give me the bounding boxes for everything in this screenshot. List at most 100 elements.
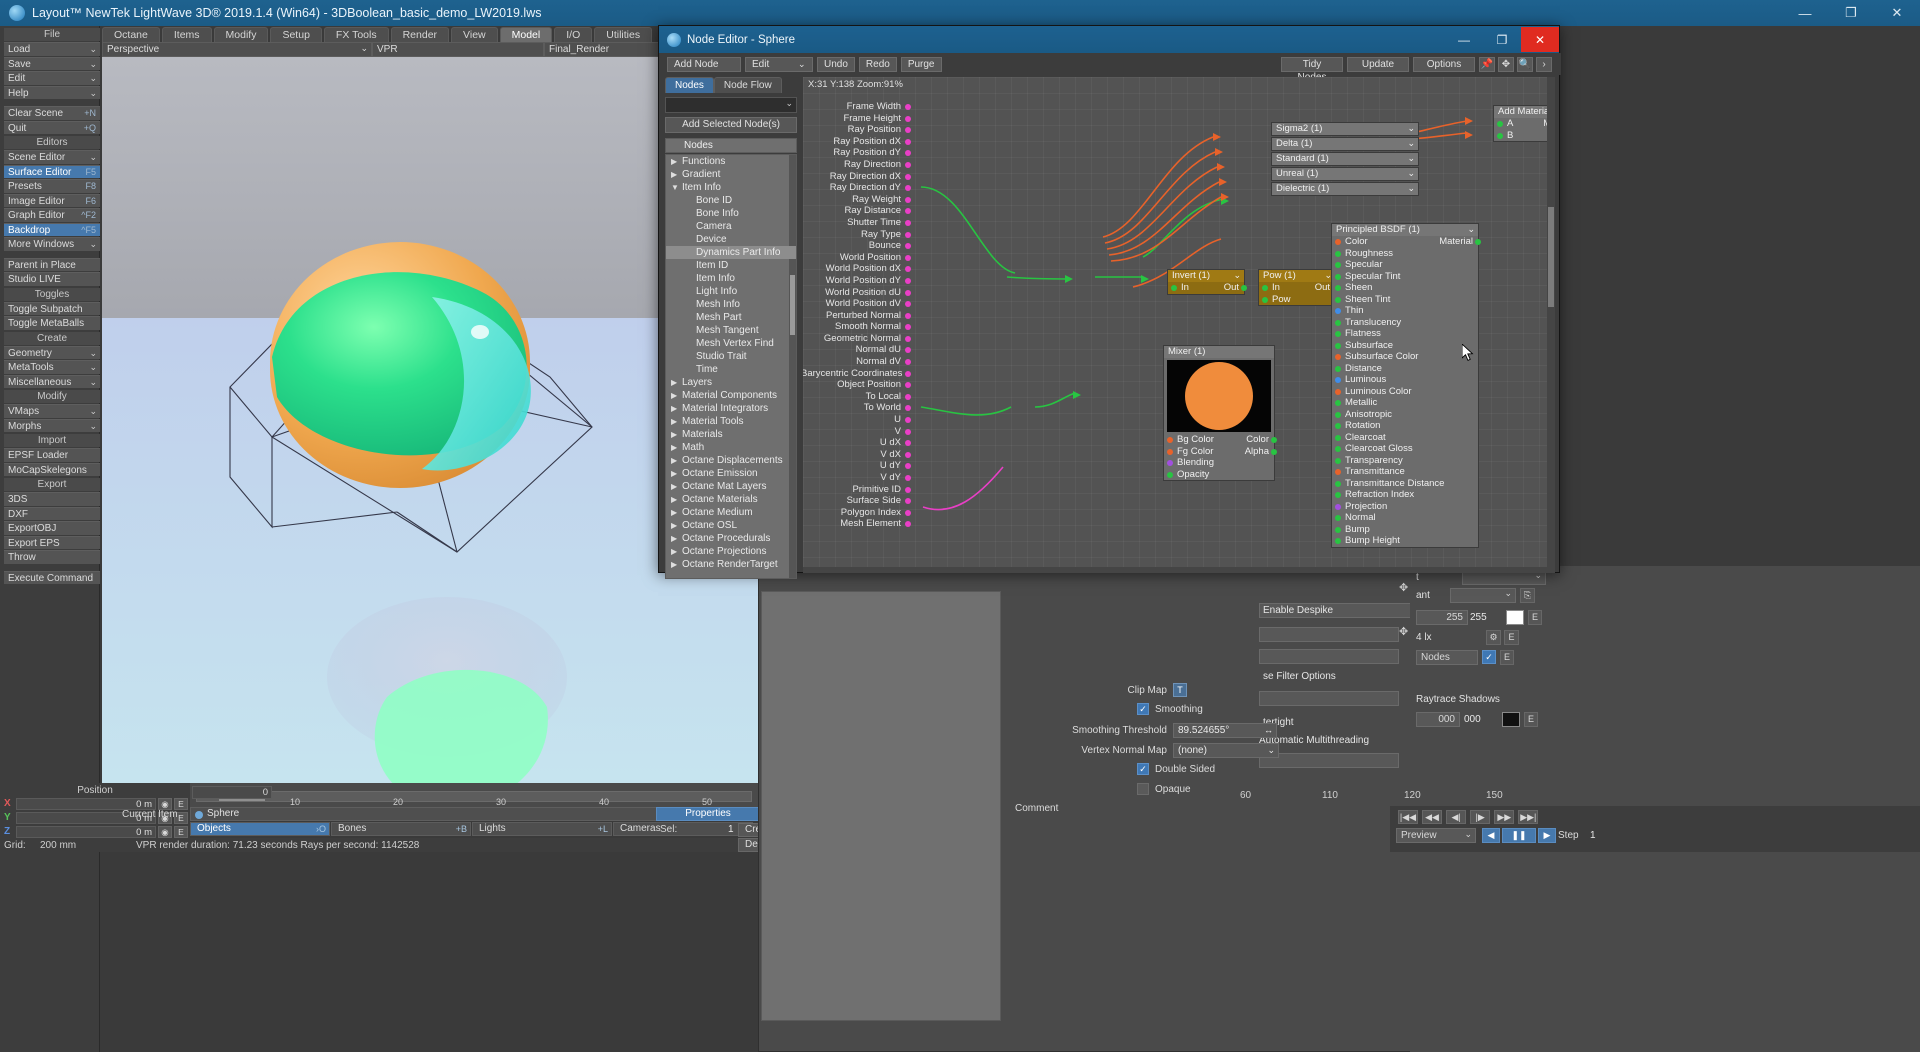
input-port-dot[interactable] — [1167, 437, 1173, 443]
node-tree-item-octane-displacements[interactable]: ▶ Octane Displacements — [666, 454, 796, 467]
node-port-row[interactable]: B — [1494, 130, 1555, 142]
input-port-dot[interactable] — [1335, 423, 1341, 429]
node-port-row[interactable]: AMaterial — [1494, 118, 1555, 130]
close-button[interactable]: ✕ — [1874, 0, 1920, 26]
viewport-mode-select[interactable]: VPR — [372, 42, 544, 57]
node-output-ray-direction[interactable]: Ray Direction — [803, 159, 913, 171]
port-dot[interactable] — [905, 498, 911, 505]
chevron-down-icon[interactable]: ⌄ — [1407, 137, 1415, 149]
toolbar-item-studio-live[interactable]: Studio LIVE — [4, 272, 100, 286]
node-output-world-position-dy[interactable]: World Position dY — [803, 275, 913, 287]
node-output-object-position[interactable]: Object Position — [803, 379, 913, 391]
canvas-scrollbar-horizontal[interactable] — [803, 567, 1555, 573]
input-port-dot[interactable] — [1335, 538, 1341, 544]
toolbar-item-presets[interactable]: Presets F8 — [4, 179, 100, 193]
node-port-row[interactable]: Opacity — [1164, 469, 1274, 481]
toolbar-item-toggle-metaballs[interactable]: Toggle MetaBalls — [4, 316, 100, 330]
viewport-view-select[interactable]: Perspective ⌄ — [102, 42, 372, 57]
port-dot[interactable] — [905, 150, 911, 157]
node-header[interactable]: Invert (1) ⌄ — [1168, 270, 1244, 282]
input-port-dot[interactable] — [1335, 262, 1341, 268]
node-output-perturbed-normal[interactable]: Perturbed Normal — [803, 310, 913, 322]
input-port-dot[interactable] — [1335, 377, 1341, 383]
node-standard-1[interactable]: Standard (1) ⌄ — [1271, 152, 1419, 166]
input-port-dot[interactable] — [1335, 457, 1341, 464]
chevron-right-icon[interactable]: ▶ — [671, 376, 677, 389]
node-output-ray-weight[interactable]: Ray Weight — [803, 194, 913, 206]
envelope-button-2[interactable]: E — [1504, 630, 1519, 645]
node-port-row[interactable]: In Out — [1168, 282, 1247, 294]
input-port-dot[interactable] — [1335, 319, 1341, 326]
envelope-button[interactable]: E — [174, 825, 188, 838]
port-dot[interactable] — [905, 393, 911, 400]
chevron-right-icon[interactable]: ▶ — [671, 532, 677, 545]
node-port-row[interactable]: Blending — [1164, 457, 1274, 469]
toolbar-item-vmaps[interactable]: VMaps ⌄ — [4, 404, 100, 418]
menu-tab-setup[interactable]: Setup — [270, 27, 322, 42]
node-panel-tab-node-flow[interactable]: Node Flow — [713, 77, 782, 93]
input-port-dot[interactable] — [1335, 469, 1341, 475]
menu-tab-utilities[interactable]: Utilities — [594, 27, 653, 42]
clip-map-button[interactable]: T — [1173, 683, 1187, 697]
toolbar-item-metatools[interactable]: MetaTools ⌄ — [4, 360, 100, 374]
port-dot[interactable] — [905, 440, 911, 447]
node-output-ray-distance[interactable]: Ray Distance — [803, 205, 913, 217]
node-output-v[interactable]: V — [803, 426, 913, 438]
toolbar-item-mocapskelegons[interactable]: MoCapSkelegons — [4, 462, 100, 476]
chevron-right-icon[interactable]: › — [1536, 56, 1552, 72]
port-dot[interactable] — [905, 312, 911, 319]
node-header[interactable]: Pow (1) ⌄ — [1259, 270, 1335, 282]
toolbar-item-throw[interactable]: Throw — [4, 550, 100, 564]
node-port-row[interactable]: Color Material — [1332, 236, 1481, 248]
toolbar-item-edit[interactable]: Edit ⌄ — [4, 71, 100, 85]
port-dot[interactable] — [905, 335, 911, 342]
node-output-u[interactable]: U — [803, 414, 913, 426]
node-output-u-dy[interactable]: U dY — [803, 460, 913, 472]
node-port-row[interactable]: Transmittance — [1332, 466, 1478, 478]
node-output-frame-width[interactable]: Frame Width — [803, 101, 913, 113]
chevron-right-icon[interactable]: ▶ — [671, 389, 677, 402]
chevron-right-icon[interactable]: ▶ — [671, 441, 677, 454]
filter-extra-select[interactable] — [1259, 691, 1399, 706]
input-port-dot[interactable] — [1335, 296, 1341, 303]
node-search-input[interactable]: ⌄ — [665, 97, 797, 113]
prev-frame-button[interactable]: ◀| — [1446, 810, 1467, 824]
port-dot[interactable] — [905, 301, 911, 308]
node-output-polygon-index[interactable]: Polygon Index — [803, 507, 913, 519]
node-output-world-position[interactable]: World Position — [803, 252, 913, 264]
node-port-row[interactable]: Luminous — [1332, 374, 1478, 386]
undo-button[interactable]: Undo — [817, 56, 855, 72]
input-port-dot[interactable] — [1167, 460, 1173, 466]
node-port-row[interactable]: Flatness — [1332, 328, 1478, 340]
node-tree-item-time[interactable]: Time — [666, 363, 796, 376]
play-backward-button[interactable]: ◀ — [1482, 828, 1500, 843]
input-port-dot[interactable] — [1497, 132, 1503, 139]
node-port-row[interactable]: Thin — [1332, 305, 1478, 317]
port-dot[interactable] — [905, 254, 911, 261]
double-sided-checkbox[interactable]: ✓ — [1137, 763, 1149, 775]
node-output-shutter-time[interactable]: Shutter Time — [803, 217, 913, 229]
port-dot[interactable] — [905, 219, 911, 226]
chevron-down-icon[interactable]: ⌄ — [1407, 122, 1415, 134]
node-tree-item-mesh-part[interactable]: Mesh Part — [666, 311, 796, 324]
object-tab-bones[interactable]: Bones +B — [331, 822, 471, 836]
node-output-mesh-element[interactable]: Mesh Element — [803, 518, 913, 530]
node-tree-item-octane-materials[interactable]: ▶ Octane Materials — [666, 493, 796, 506]
node-tree-item-math[interactable]: ▶ Math — [666, 441, 796, 454]
toolbar-item-scene-editor[interactable]: Scene Editor ⌄ — [4, 150, 100, 164]
port-dot[interactable] — [905, 359, 911, 366]
node-tree-item-material-integrators[interactable]: ▶ Material Integrators — [666, 402, 796, 415]
menu-tab-octane[interactable]: Octane — [102, 27, 160, 42]
port-dot[interactable] — [905, 405, 911, 412]
node-port-row[interactable]: Sheen Tint — [1332, 294, 1478, 306]
port-dot[interactable] — [905, 104, 911, 110]
node-output-u-dx[interactable]: U dX — [803, 437, 913, 449]
search-icon[interactable]: 🔍 — [1517, 56, 1533, 72]
chevron-down-icon[interactable]: ⌄ — [1407, 167, 1415, 179]
input-port-dot[interactable] — [1262, 296, 1268, 303]
port-dot[interactable] — [905, 370, 911, 377]
node-invert-1[interactable]: Invert (1) ⌄ In Out — [1167, 269, 1247, 295]
node-output-bounce[interactable]: Bounce — [803, 240, 913, 252]
node-output-v-dx[interactable]: V dX — [803, 449, 913, 461]
input-port-dot[interactable] — [1335, 365, 1341, 372]
